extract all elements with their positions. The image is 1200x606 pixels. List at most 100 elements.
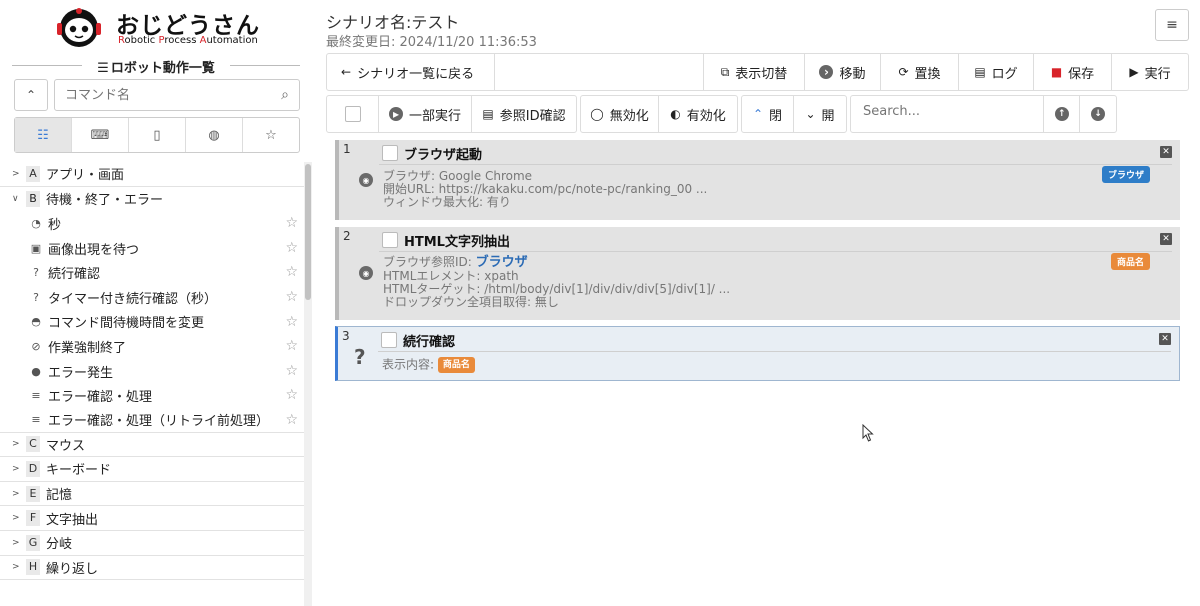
scenario-step-selected[interactable]: 3 続行確認 ✕ ? 表示内容: 商品名 <box>335 326 1180 381</box>
star-icon[interactable]: ☆ <box>285 215 298 231</box>
image-icon: ▣ <box>30 241 42 255</box>
command-search-input[interactable] <box>55 80 255 110</box>
scenario-step[interactable]: 2 HTML文字列抽出 ✕ ◉ 商品名 ブラウザ参照ID: ブラウザ HTMLエ… <box>335 227 1180 320</box>
command-item[interactable]: ≡ エラー確認・処理（リトライ前処理） ☆ <box>0 408 304 433</box>
disable-button[interactable]: ◯ 無効化 <box>581 96 659 132</box>
chrome-icon: ◉ <box>359 266 373 280</box>
close-icon[interactable]: ✕ <box>1160 233 1172 245</box>
database-icon: ≡ <box>31 389 41 403</box>
toggle-off-icon: ◯ <box>590 107 604 121</box>
back-to-scenarios-button[interactable]: ← シナリオ一覧に戻る <box>327 54 495 90</box>
star-icon[interactable]: ☆ <box>285 412 298 428</box>
search-icon[interactable]: ⌕ <box>281 87 289 103</box>
toggle-view-button[interactable]: ⧉ 表示切替 <box>704 54 805 90</box>
star-icon[interactable]: ☆ <box>285 363 298 379</box>
tab-favorites[interactable]: ☆ <box>243 118 299 152</box>
category-h[interactable]: > H 繰り返し <box>0 556 304 581</box>
save-button[interactable]: ■ 保存 <box>1034 54 1112 90</box>
category-a[interactable]: > A アプリ・画面 <box>0 162 304 187</box>
chevron-down-icon: ∨ <box>12 193 19 204</box>
command-panel: おじどうさん Robotic Process Automation ☰ ロボット動… <box>0 0 314 606</box>
command-item[interactable]: ◔ 秒 ☆ <box>0 211 304 236</box>
category-c[interactable]: > C マウス <box>0 433 304 458</box>
tab-keyboard[interactable]: ⌨ <box>72 118 129 152</box>
chevron-right-icon: > <box>12 488 20 499</box>
scenario-name: シナリオ名:テスト <box>326 13 460 32</box>
step-tag: 商品名 <box>1110 253 1150 270</box>
tab-excel[interactable]: ▯ <box>129 118 186 152</box>
close-icon[interactable]: ✕ <box>1160 146 1172 158</box>
replace-button[interactable]: ⟳ 置換 <box>881 54 959 90</box>
step-detail: ブラウザ参照ID: ブラウザ <box>383 255 528 270</box>
command-item[interactable]: ▣ 画像出現を待つ ☆ <box>0 236 304 261</box>
step-title: ブラウザ起動 <box>404 148 483 163</box>
step-search-input[interactable] <box>851 96 1031 126</box>
step-toolbar-run: ▸ 一部実行 ▤ 参照ID確認 <box>326 95 577 133</box>
select-all-checkbox[interactable] <box>327 96 379 132</box>
search-next-button[interactable]: ↓ <box>1080 96 1116 132</box>
ref-id-check-button[interactable]: ▤ 参照ID確認 <box>472 96 576 132</box>
scrollbar-thumb[interactable] <box>305 164 311 300</box>
star-icon[interactable]: ☆ <box>285 314 298 330</box>
app-subtitle: Robotic Process Automation <box>118 35 258 46</box>
command-item[interactable]: ⊘ 作業強制終了 ☆ <box>0 334 304 359</box>
category-g[interactable]: > G 分岐 <box>0 531 304 556</box>
expand-steps-button[interactable]: ⌄ 開 <box>794 96 846 132</box>
tab-list[interactable]: ☷ <box>15 118 72 152</box>
command-item[interactable]: ≡ エラー確認・処理 ☆ <box>0 383 304 408</box>
category-f[interactable]: > F 文字抽出 <box>0 506 304 531</box>
category-d[interactable]: > D キーボード <box>0 457 304 482</box>
play-circle-icon: ▸ <box>389 107 403 121</box>
step-toolbar-enable: ◯ 無効化 ◐ 有効化 <box>580 95 738 133</box>
star-icon[interactable]: ☆ <box>285 264 298 280</box>
command-item[interactable]: ● エラー発生 ☆ <box>0 359 304 384</box>
search-prev-button[interactable]: ↑ <box>1044 96 1081 132</box>
question-icon: ? <box>33 266 39 280</box>
step-detail: ドロップダウン全項目取得: 無し <box>383 295 559 309</box>
file-icon: ▤ <box>974 65 986 79</box>
step-checkbox[interactable] <box>382 145 398 161</box>
close-icon[interactable]: ✕ <box>1159 333 1171 345</box>
save-icon: ■ <box>1050 65 1063 79</box>
browser-ref-link[interactable]: ブラウザ <box>476 255 528 270</box>
toggle-on-icon: ◐ <box>670 107 681 121</box>
command-item[interactable]: ? タイマー付き続行確認（秒） ☆ <box>0 285 304 310</box>
move-button[interactable]: › 移動 <box>805 54 881 90</box>
hamburger-menu-button[interactable]: ≡ <box>1155 9 1189 41</box>
star-icon[interactable]: ☆ <box>285 240 298 256</box>
command-tree-scrollbar[interactable] <box>304 162 312 606</box>
log-button[interactable]: ▤ ログ <box>959 54 1034 90</box>
keyboard-icon: ⌨ <box>90 127 110 143</box>
run-button[interactable]: ▶ 実行 <box>1112 54 1188 90</box>
partial-run-button[interactable]: ▸ 一部実行 <box>379 96 472 132</box>
tab-web[interactable]: ◍ <box>186 118 243 152</box>
display-icon: ⧉ <box>720 64 730 79</box>
star-icon[interactable]: ☆ <box>285 289 298 305</box>
step-search-box[interactable] <box>851 96 1045 132</box>
category-b[interactable]: ∨ B 待機・終了・エラー <box>0 187 304 212</box>
category-e[interactable]: > E 記憶 <box>0 482 304 507</box>
app-logo: おじどうさん Robotic Process Automation <box>54 4 264 50</box>
command-search-box[interactable]: ⌕ <box>54 79 300 111</box>
collapse-all-button[interactable]: ⌃ <box>14 79 48 111</box>
step-detail: ブラウザ: Google Chrome <box>383 169 533 183</box>
command-item[interactable]: ◓ コマンド間待機時間を変更 ☆ <box>0 310 304 335</box>
step-detail: ウィンドウ最大化: 有り <box>383 195 511 209</box>
star-icon[interactable]: ☆ <box>285 387 298 403</box>
chevron-right-icon: > <box>12 463 20 474</box>
question-icon: ? <box>354 345 366 369</box>
robot-face-icon <box>57 8 101 47</box>
globe-icon: ◍ <box>208 127 220 143</box>
step-number: 3 <box>342 329 350 343</box>
scenario-step[interactable]: 1 ブラウザ起動 ✕ ◉ ブラウザ ブラウザ: Google Chrome 開始… <box>335 140 1180 220</box>
command-item[interactable]: ? 続行確認 ☆ <box>0 260 304 285</box>
enable-button[interactable]: ◐ 有効化 <box>659 96 737 132</box>
chevron-right-icon: > <box>12 168 20 179</box>
list-icon: ☷ <box>37 127 49 143</box>
arrow-circle-up-icon: ↑ <box>1054 107 1069 121</box>
star-icon[interactable]: ☆ <box>285 338 298 354</box>
hamburger-icon: ≡ <box>1166 17 1178 33</box>
collapse-steps-button[interactable]: ⌃ 閉 <box>742 96 795 132</box>
step-checkbox[interactable] <box>381 332 397 348</box>
step-checkbox[interactable] <box>382 232 398 248</box>
